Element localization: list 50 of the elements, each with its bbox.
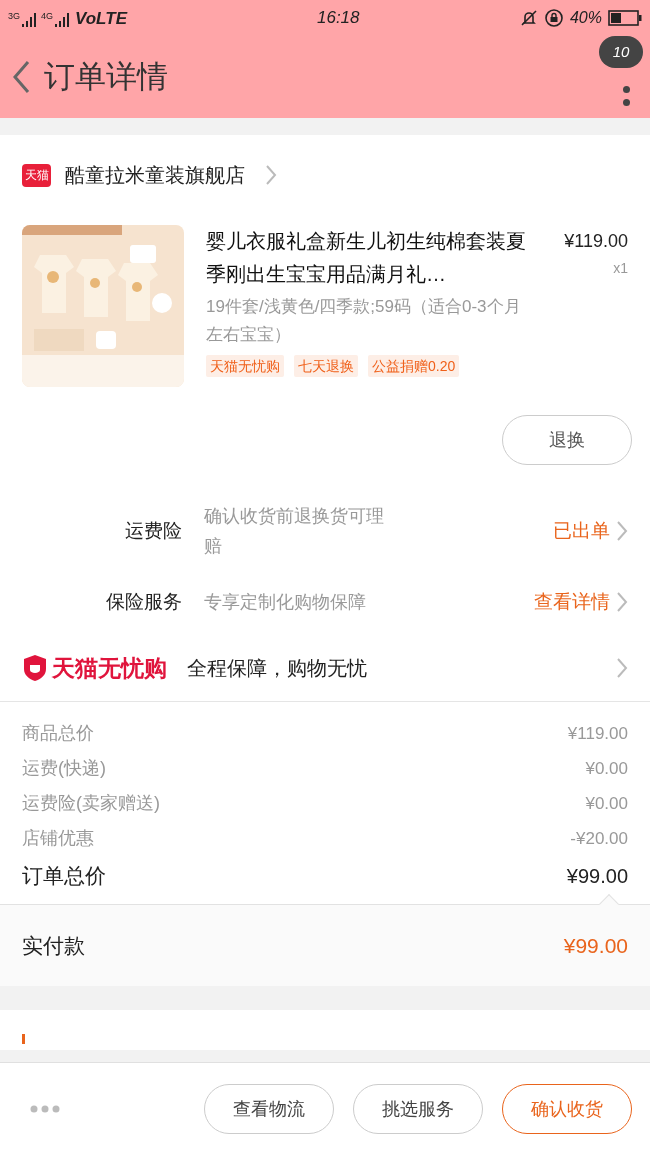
product-title[interactable]: 婴儿衣服礼盒新生儿初生纯棉套装夏季刚出生宝宝用品满月礼… — [206, 225, 538, 291]
summary-label: 运费险(卖家赠送) — [22, 792, 160, 815]
product-price: ¥119.00 — [564, 230, 628, 253]
rotation-lock-icon — [543, 8, 564, 28]
summary-amount: -¥20.00 — [570, 827, 628, 850]
summary-amount: ¥0.00 — [585, 792, 628, 815]
service-tag: 天猫无忧购 — [206, 355, 284, 377]
network-label: 3G — [8, 11, 20, 21]
chevron-right-icon — [265, 164, 277, 186]
action-button[interactable]: 查看物流 — [204, 1084, 334, 1134]
return-button[interactable]: 退换 — [502, 415, 632, 465]
paid-label: 实付款 — [22, 932, 85, 959]
back-icon — [12, 60, 30, 94]
chevron-right-icon — [616, 520, 628, 542]
guarantee-logo: 天猫无忧购 — [52, 653, 167, 683]
battery-percent: 40% — [569, 8, 602, 28]
service-description: 确认收货前退换货可理赔 — [204, 505, 385, 558]
battery-icon — [608, 10, 642, 26]
service-tag: 七天退换 — [294, 355, 358, 377]
section-accent-bar — [22, 1034, 25, 1044]
paid-amount: ¥99.00 — [563, 932, 628, 959]
signal-icon — [22, 12, 36, 27]
summary-label: 店铺优惠 — [22, 827, 94, 850]
clock: 16:18 — [317, 7, 360, 30]
product-spec: 19件套/浅黄色/四季款;59码（适合0-3个月左右宝宝） — [206, 296, 522, 346]
chevron-right-icon — [616, 657, 628, 679]
service-tag: 公益捐赠0.20 — [368, 355, 460, 377]
page-title: 订单详情 — [44, 57, 168, 96]
guarantee-slogan: 全程保障，购物无忧 — [187, 656, 367, 681]
signal-icon — [55, 12, 70, 27]
chevron-right-icon — [616, 591, 628, 613]
carrier-label: VoLTE — [75, 9, 127, 27]
total-label: 订单总价 — [22, 863, 106, 890]
summary-amount: ¥119.00 — [567, 722, 628, 745]
quantity-label: x1 — [613, 259, 628, 278]
summary-label: 商品总价 — [22, 722, 94, 745]
service-label: 保险服务 — [105, 589, 182, 614]
store-name[interactable]: 酷童拉米童装旗舰店 — [65, 160, 245, 190]
service-label: 运费险 — [124, 518, 182, 543]
shield-icon — [22, 654, 48, 682]
summary-label: 运费(快递) — [22, 757, 106, 780]
store-badge: 天猫 — [22, 163, 51, 187]
network-label: 4G — [41, 11, 54, 21]
total-amount: ¥99.00 — [566, 864, 628, 889]
notification-badge: 10 — [599, 36, 643, 68]
service-description: 专享定制化购物保障 — [204, 591, 367, 614]
more-icon[interactable] — [30, 1105, 60, 1113]
mute-icon — [519, 9, 538, 27]
summary-amount: ¥0.00 — [585, 757, 628, 780]
action-button[interactable]: 挑选服务 — [353, 1084, 483, 1134]
